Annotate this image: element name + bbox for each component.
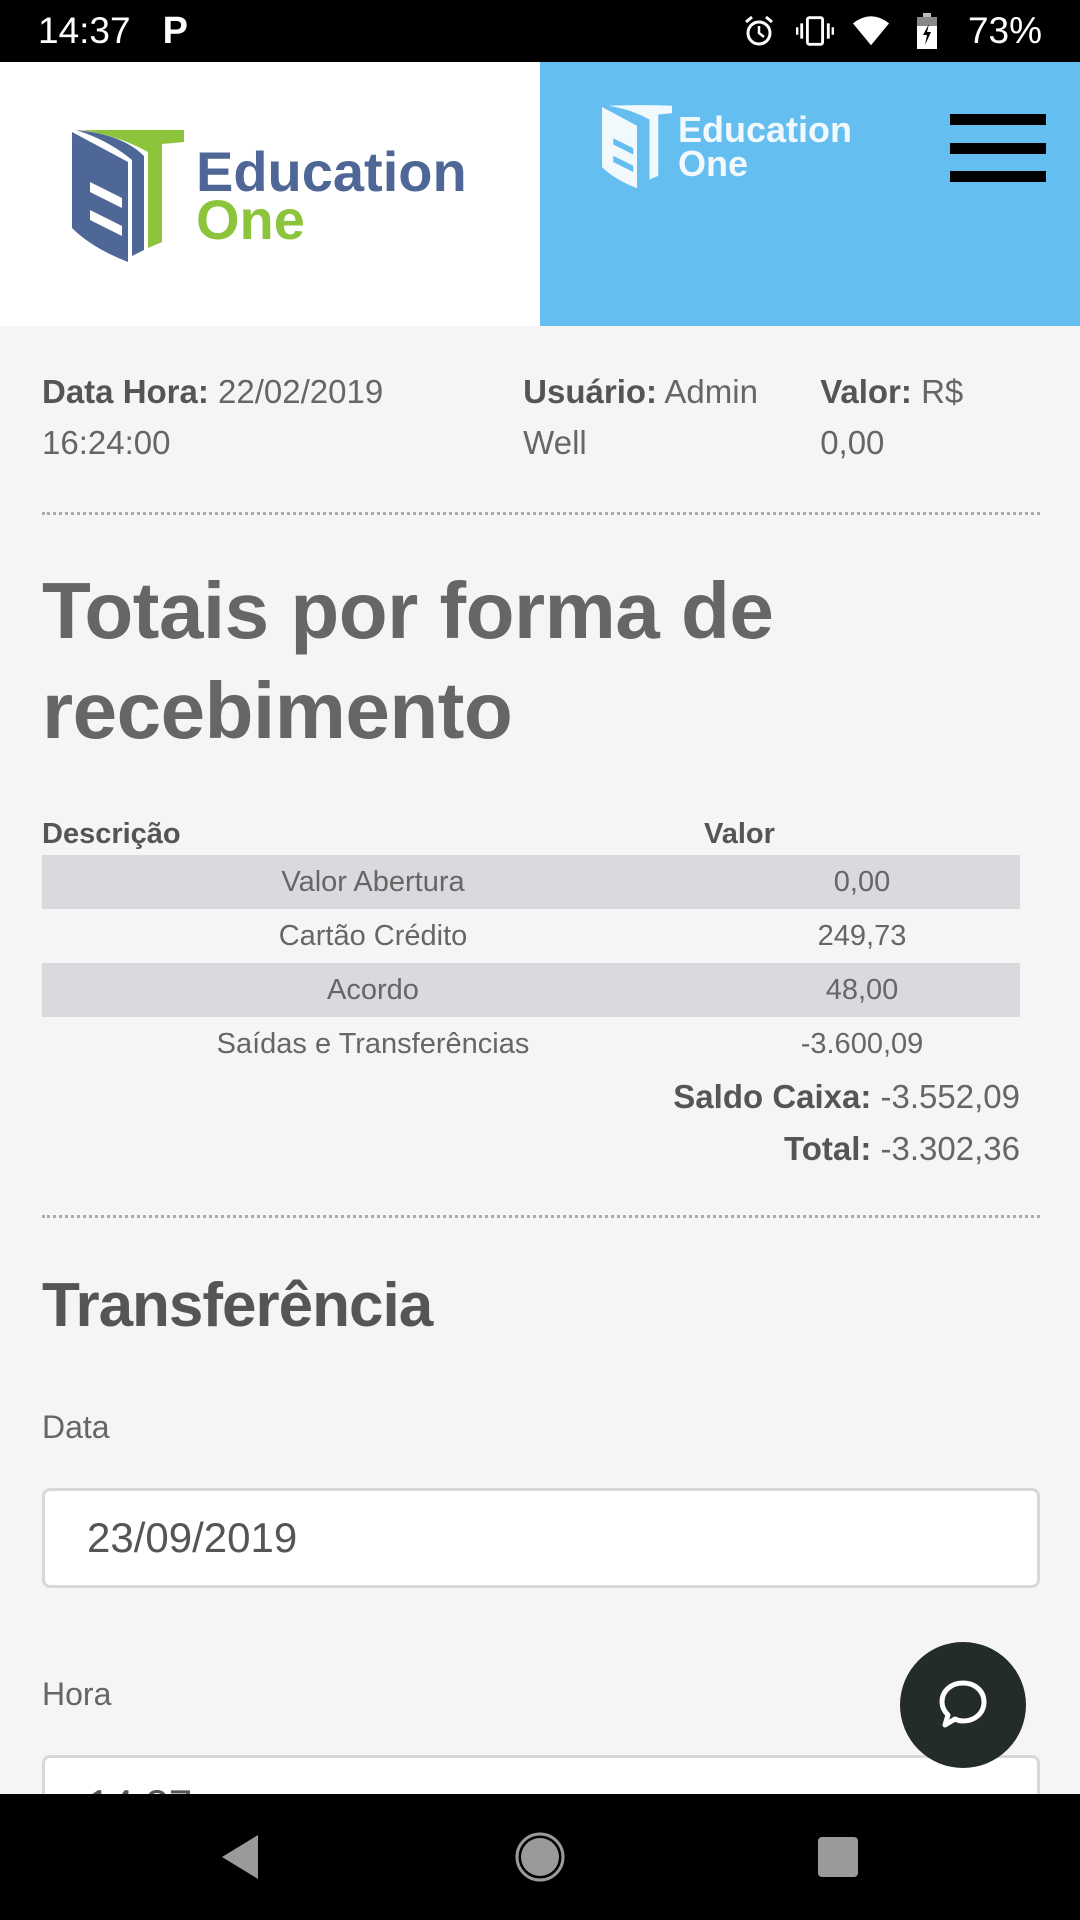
saldo-caixa: Saldo Caixa: -3.552,09 — [42, 1071, 1020, 1123]
hamburger-menu-icon[interactable] — [950, 114, 1046, 182]
table-row: Acordo 48,00 — [42, 963, 1020, 1017]
logo-emblem-icon — [72, 130, 184, 262]
chat-bubble-icon — [939, 1680, 987, 1728]
home-icon[interactable] — [510, 1829, 570, 1885]
totals-title: Totais por forma de recebimento — [42, 566, 774, 755]
usuario-value-2: Well — [523, 424, 587, 461]
datahora-label: Data Hora: — [42, 373, 209, 410]
column-header-descricao: Descrição — [42, 817, 181, 850]
total: Total: -3.302,36 — [42, 1123, 1020, 1175]
totals-table: Descrição Valor Valor Abertura 0,00 Cart… — [42, 813, 1020, 1071]
valor-label: Valor: — [820, 373, 912, 410]
data-label: Data — [42, 1409, 110, 1445]
battery-percent: 73% — [967, 10, 1042, 51]
totals-header-row: Descrição Valor — [42, 813, 1020, 855]
vibrate-icon — [795, 12, 834, 50]
row-valor: 249,73 — [817, 919, 907, 952]
status-icons: 73% — [740, 10, 1042, 52]
hamburger-bar — [950, 114, 1046, 125]
session-meta: Data Hora: 22/02/2019 16:24:00 Usuário: … — [42, 366, 1038, 468]
row-valor: 0,00 — [704, 855, 1020, 909]
valor-currency: R$ — [921, 373, 964, 410]
saldo-caixa-label: Saldo Caixa: — [673, 1078, 872, 1115]
alarm-icon — [740, 12, 778, 50]
dotted-divider — [42, 512, 1040, 515]
table-row: Saídas e Transferências -3.600,09 — [42, 1017, 1020, 1071]
main-content: Data Hora: 22/02/2019 16:24:00 Usuário: … — [0, 326, 1080, 1855]
row-valor: 48,00 — [704, 963, 1020, 1017]
data-input[interactable]: 23/09/2019 — [42, 1488, 1040, 1588]
valor-amount: 0,00 — [820, 424, 885, 461]
hamburger-bar — [950, 171, 1046, 182]
total-value: -3.302,36 — [880, 1130, 1020, 1167]
saldo-caixa-value: -3.552,09 — [880, 1078, 1020, 1115]
usuario-value-1: Admin — [664, 373, 758, 410]
wifi-icon — [852, 12, 890, 50]
meta-datahora: Data Hora: 22/02/2019 16:24:00 — [42, 366, 523, 468]
datahora-date: 22/02/2019 — [218, 373, 384, 410]
status-time: 14:37 — [38, 10, 131, 51]
column-header-valor: Valor — [704, 817, 775, 850]
dotted-divider — [42, 1215, 1040, 1218]
hamburger-bar — [950, 142, 1046, 154]
battery-charging-icon — [908, 12, 946, 50]
table-row: Cartão Crédito 249,73 — [42, 909, 1020, 963]
back-icon[interactable] — [210, 1829, 270, 1885]
recents-icon[interactable] — [808, 1829, 868, 1885]
transferencia-title: Transferência — [42, 1271, 433, 1340]
row-valor: -3.600,09 — [800, 1027, 924, 1060]
parking-notification-icon: P — [162, 9, 188, 52]
logo-white-text: Education One — [678, 109, 853, 184]
logo-emblem-white-icon — [602, 105, 672, 189]
meta-usuario: Usuário: Admin Well — [523, 366, 820, 468]
logo-white-text-line1: Education — [678, 109, 853, 150]
logo-text-line2: One — [196, 188, 305, 251]
android-nav-bar — [0, 1794, 1080, 1920]
row-descricao: Cartão Crédito — [278, 919, 468, 952]
education-one-logo[interactable]: Education One — [72, 130, 467, 262]
hora-label: Hora — [42, 1676, 112, 1712]
total-label: Total: — [784, 1130, 872, 1167]
education-one-logo-white: Education One — [602, 104, 852, 190]
row-descricao: Acordo — [42, 963, 704, 1017]
logo-panel: Education One — [0, 62, 540, 326]
row-descricao: Saídas e Transferências — [216, 1027, 530, 1060]
site-header: Education One Education One — [0, 62, 1080, 326]
logo-white-text-line2: One — [678, 143, 749, 184]
banner-panel: Education One — [540, 62, 1080, 326]
meta-valor: Valor: R$ 0,00 — [820, 366, 1038, 468]
chat-button[interactable] — [900, 1642, 1026, 1768]
datahora-time: 16:24:00 — [42, 424, 171, 461]
logo-text: Education One — [196, 144, 467, 251]
status-bar: 14:37 P 73% — [0, 0, 1080, 62]
row-descricao: Valor Abertura — [42, 855, 704, 909]
usuario-label: Usuário: — [523, 373, 658, 410]
totals-summary: Saldo Caixa: -3.552,09 Total: -3.302,36 — [42, 1071, 1020, 1175]
table-row: Valor Abertura 0,00 — [42, 855, 1020, 909]
